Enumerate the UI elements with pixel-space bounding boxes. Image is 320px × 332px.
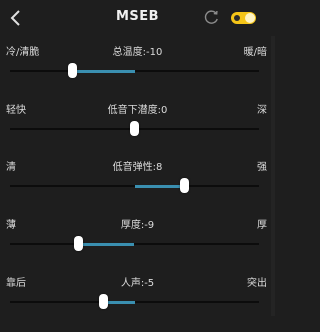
slider-value-label: 低音弹性:8 xyxy=(112,162,163,173)
slider-thumb[interactable] xyxy=(179,178,189,193)
slider-right-label: 暖/暗 xyxy=(243,47,267,58)
slider-value-label: 人声:-5 xyxy=(120,278,155,289)
slider-right-label: 深 xyxy=(257,105,267,116)
enable-toggle[interactable] xyxy=(231,12,256,24)
slider-value-label: 厚度:-9 xyxy=(120,220,155,231)
toggle-dot xyxy=(234,15,240,21)
toggle-knob xyxy=(245,13,255,23)
header-bar: MSEB xyxy=(0,0,275,36)
slider-track[interactable] xyxy=(10,121,259,136)
slider-fill xyxy=(78,242,135,246)
slider-fill xyxy=(72,69,135,73)
slider-right-label: 厚 xyxy=(257,220,267,231)
slider-row-bass-depth: 轻快 低音下潜度:0 深 xyxy=(0,101,275,159)
slider-thumb[interactable] xyxy=(67,63,77,78)
slider-fill xyxy=(134,184,185,188)
slider-thumb[interactable] xyxy=(130,121,139,136)
slider-right-label: 强 xyxy=(257,162,267,173)
slider-right-label: 突出 xyxy=(247,278,267,289)
slider-thumb[interactable] xyxy=(98,294,108,309)
slider-value-label: 低音下潜度:0 xyxy=(107,105,168,116)
slider-track[interactable] xyxy=(10,178,259,193)
slider-row-bass-elasticity: 清 低音弹性:8 强 xyxy=(0,158,275,216)
slider-row-temperature: 冷/清脆 总温度:-10 暖/暗 xyxy=(0,43,275,101)
slider-row-thickness: 薄 厚度:-9 厚 xyxy=(0,216,275,274)
scrollbar-edge xyxy=(271,36,275,316)
slider-value-label: 总温度:-10 xyxy=(112,47,163,58)
slider-fill xyxy=(103,300,135,304)
slider-track[interactable] xyxy=(10,236,259,251)
slider-row-vocals: 靠后 人声:-5 突出 xyxy=(0,274,275,332)
reset-icon[interactable] xyxy=(203,9,220,26)
slider-track[interactable] xyxy=(10,294,259,309)
slider-track[interactable] xyxy=(10,63,259,78)
slider-thumb[interactable] xyxy=(73,236,83,251)
